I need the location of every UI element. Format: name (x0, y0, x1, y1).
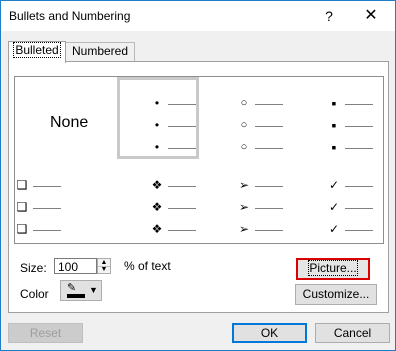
color-picker-button[interactable]: ✎ ▼ (60, 280, 102, 301)
ok-button[interactable]: OK (232, 323, 307, 343)
placeholder-text-line (345, 148, 373, 149)
arrowhead-bullet-icon: ➢ (238, 178, 250, 192)
placeholder-text-line (255, 126, 283, 127)
hollow-round-bullet-icon: ○ (240, 97, 248, 109)
cancel-button[interactable]: Cancel (315, 323, 390, 343)
bullet-preview-line: • (150, 96, 220, 110)
bullet-preview-line: ➢ (237, 178, 307, 192)
placeholder-text-line (168, 230, 196, 231)
four-diamond-bullet-icon: ❖ (151, 178, 163, 192)
bullet-preview-line: ▪ (327, 117, 396, 133)
size-input[interactable]: 100 (54, 258, 97, 274)
arrowhead-bullet-icon: ➢ (238, 200, 250, 214)
placeholder-text-line (345, 104, 373, 105)
filled-round-bullet-icon: • (154, 118, 160, 132)
bullet-option-hollow-square[interactable]: ❑ ❑ ❑ (15, 178, 105, 246)
hollow-round-bullet-icon: ○ (240, 119, 248, 131)
paint-bucket-icon: ✎ (67, 282, 77, 294)
placeholder-text-line (168, 208, 196, 209)
bullet-option-four-diamond[interactable]: ❖ ❖ ❖ (150, 178, 240, 246)
bullet-option-arrowhead[interactable]: ➢ ➢ ➢ (237, 178, 327, 246)
bullet-preview-line: ❖ (150, 222, 220, 236)
placeholder-text-line (255, 104, 283, 105)
placeholder-text-line (168, 104, 196, 105)
dialog-title: Bullets and Numbering (9, 9, 131, 23)
size-label: Size: (20, 261, 47, 275)
bullet-preview-line: ❑ (15, 200, 85, 214)
bullet-preview-line: ✓ (327, 222, 396, 236)
close-icon[interactable]: ✕ (359, 6, 383, 26)
four-diamond-bullet-icon: ❖ (151, 222, 163, 236)
placeholder-text-line (33, 208, 61, 209)
placeholder-text-line (33, 230, 61, 231)
placeholder-text-line (345, 230, 373, 231)
bullet-preview-line: ➢ (237, 200, 307, 214)
customize-button[interactable]: Customize... (295, 284, 377, 305)
bullet-preview-line: ○ (237, 119, 307, 132)
bullet-preview-line: ○ (237, 141, 307, 154)
bullet-gallery: None • • • ○ ○ ○ ▪ ▪ ▪ ❑ ❑ ❑ ❖ ❖ ❖ ➢ ➢ ➢ ✓ ✓ ✓ (14, 76, 384, 244)
placeholder-text-line (168, 186, 196, 187)
bullet-preview-line: ✓ (327, 178, 396, 192)
title-bar: Bullets and Numbering ? ✕ (1, 1, 395, 31)
arrowhead-bullet-icon: ➢ (238, 222, 250, 236)
color-swatch (67, 294, 85, 298)
bullet-preview-line: • (150, 140, 220, 154)
placeholder-text-line (345, 186, 373, 187)
picture-button[interactable]: Picture... (296, 258, 370, 280)
size-spinner[interactable]: ▲ ▼ (97, 258, 111, 274)
bullet-preview-line: ➢ (237, 222, 307, 236)
hollow-square-bullet-icon: ❑ (16, 178, 28, 192)
filled-square-bullet-icon: ▪ (331, 139, 337, 155)
placeholder-text-line (255, 186, 283, 187)
placeholder-text-line (255, 148, 283, 149)
bullet-preview-line: ▪ (327, 95, 396, 111)
bullet-option-filled-square[interactable]: ▪ ▪ ▪ (327, 95, 396, 164)
checkmark-bullet-icon: ✓ (328, 222, 340, 236)
bullet-preview-line: ○ (237, 97, 307, 110)
placeholder-text-line (345, 208, 373, 209)
placeholder-text-line (255, 208, 283, 209)
four-diamond-bullet-icon: ❖ (151, 200, 163, 214)
bullet-preview-line: ▪ (327, 139, 396, 155)
bullet-preview-line: ❖ (150, 178, 220, 192)
placeholder-text-line (168, 148, 196, 149)
size-unit-label: % of text (124, 259, 171, 273)
bullet-preview-line: • (150, 118, 220, 132)
spin-down-icon[interactable]: ▼ (98, 266, 110, 273)
bullet-option-none[interactable]: None (50, 114, 88, 132)
hollow-square-bullet-icon: ❑ (16, 222, 28, 236)
tab-numbered-label: Numbered (71, 44, 129, 58)
bullets-numbering-dialog: Bullets and Numbering ? ✕ Bulleted Numbe… (0, 0, 396, 351)
bullet-preview-line: ❑ (15, 178, 85, 192)
tab-numbered[interactable]: Numbered (65, 42, 135, 61)
bullet-option-filled-round[interactable]: • • • (150, 96, 240, 164)
tab-bulleted-label: Bulleted (13, 42, 61, 58)
reset-button[interactable]: Reset (8, 323, 83, 343)
tab-bulleted[interactable]: Bulleted (8, 41, 66, 63)
filled-round-bullet-icon: • (154, 96, 160, 110)
filled-round-bullet-icon: • (154, 140, 160, 154)
placeholder-text-line (255, 230, 283, 231)
placeholder-text-line (168, 126, 196, 127)
checkmark-bullet-icon: ✓ (328, 178, 340, 192)
bullet-preview-line: ✓ (327, 200, 396, 214)
bullet-option-checkmark[interactable]: ✓ ✓ ✓ (327, 178, 396, 246)
bullet-preview-line: ❖ (150, 200, 220, 214)
bullet-option-hollow-round[interactable]: ○ ○ ○ (237, 97, 327, 164)
color-label: Color (20, 287, 49, 301)
help-icon[interactable]: ? (319, 6, 339, 26)
filled-square-bullet-icon: ▪ (331, 95, 337, 111)
picture-button-label: Picture... (308, 260, 358, 276)
bullet-preview-line: ❑ (15, 222, 85, 236)
dropdown-arrow-icon: ▼ (89, 285, 98, 295)
filled-square-bullet-icon: ▪ (331, 117, 337, 133)
hollow-round-bullet-icon: ○ (240, 141, 248, 153)
hollow-square-bullet-icon: ❑ (16, 200, 28, 214)
placeholder-text-line (345, 126, 373, 127)
checkmark-bullet-icon: ✓ (328, 200, 340, 214)
placeholder-text-line (33, 186, 61, 187)
